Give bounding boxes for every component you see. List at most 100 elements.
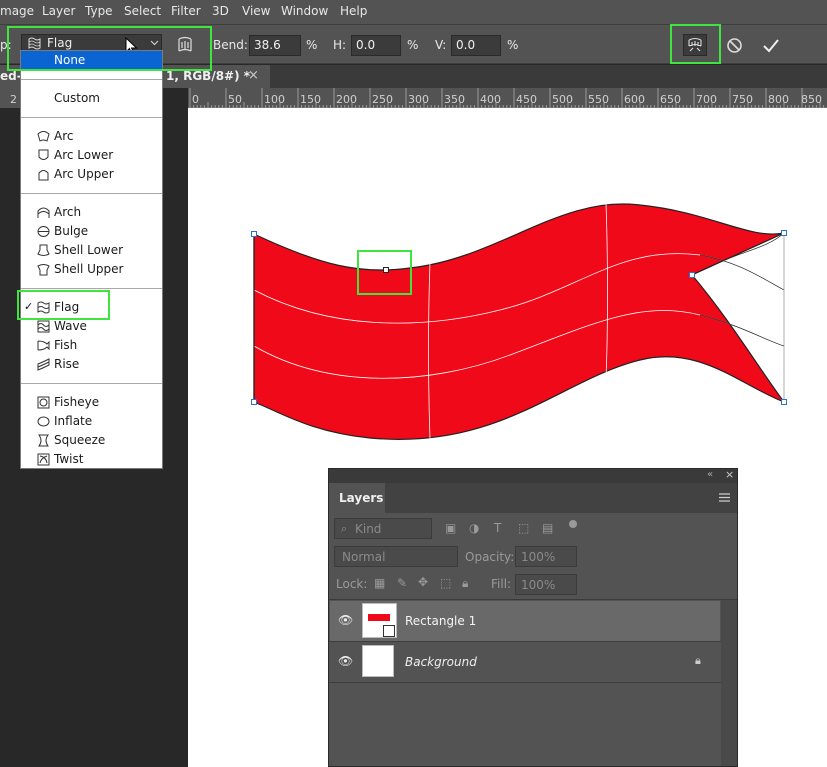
arc-icon xyxy=(37,131,50,142)
arch-icon xyxy=(37,207,50,218)
dropdown-item-shell-upper[interactable]: Shell Upper xyxy=(21,260,162,279)
dropdown-item-label: Wave xyxy=(54,319,87,333)
lock-icon: 🔒︎ xyxy=(695,654,701,667)
dropdown-item-label: Custom xyxy=(54,91,100,105)
panel-titlebar: « × xyxy=(329,468,737,483)
rise-icon xyxy=(37,358,50,371)
layer-row-rectangle[interactable]: 👁︎ Rectangle 1 xyxy=(330,601,720,641)
filter-adjustment-icon[interactable]: ◑ xyxy=(469,521,479,535)
dropdown-item-rise[interactable]: Rise xyxy=(21,355,162,374)
opacity-input[interactable]: 100% xyxy=(515,546,577,567)
dropdown-item-shell-lower[interactable]: Shell Lower xyxy=(21,241,162,260)
warp-style-dropdown: None Custom Arc Arc Lower Arc Upper Arch… xyxy=(20,50,163,469)
panel-divider xyxy=(329,682,737,683)
dropdown-item-label: Arc xyxy=(54,129,74,143)
filter-toggle-icon[interactable] xyxy=(569,520,577,528)
dropdown-item-label: Arc Upper xyxy=(54,167,114,181)
corner-handle[interactable] xyxy=(689,272,695,278)
highlight-bend-handle xyxy=(357,250,412,295)
layer-thumbnail xyxy=(362,603,397,638)
filter-kind-select[interactable]: ⌕ Kind xyxy=(334,518,432,539)
wave-icon xyxy=(37,320,50,333)
fisheye-icon xyxy=(37,396,50,409)
dropdown-item-twist[interactable]: Twist xyxy=(21,450,162,469)
bulge-icon xyxy=(37,226,50,237)
tab-layers-label: Layers xyxy=(339,491,384,505)
fill-input[interactable]: 100% xyxy=(515,574,577,595)
squeeze-icon xyxy=(38,434,49,447)
fill-value: 100% xyxy=(521,578,556,592)
blend-mode-select[interactable]: Normal xyxy=(334,546,458,567)
layer-row-background[interactable]: 👁︎ Background 🔒︎ xyxy=(330,642,720,682)
collapse-panel-icon[interactable]: « xyxy=(707,469,713,480)
dropdown-item-label: Arch xyxy=(54,205,82,219)
corner-handle[interactable] xyxy=(781,399,787,405)
corner-handle[interactable] xyxy=(251,399,257,405)
corner-handle[interactable] xyxy=(251,231,257,237)
filter-pixel-icon[interactable]: ▣ xyxy=(445,521,456,535)
smart-object-badge-icon xyxy=(383,625,395,637)
corner-handle[interactable] xyxy=(781,230,787,236)
dropdown-item-label: Shell Lower xyxy=(54,243,124,257)
highlight-warp-mode-button xyxy=(670,24,721,64)
panel-divider xyxy=(329,599,737,600)
dropdown-item-bulge[interactable]: Bulge xyxy=(21,222,162,241)
highlight-flag-item xyxy=(17,290,110,320)
filter-shape-icon[interactable]: ⬚ xyxy=(518,521,529,535)
dropdown-divider xyxy=(21,383,162,384)
dropdown-item-fish[interactable]: Fish xyxy=(21,336,162,355)
layer-name[interactable]: Rectangle 1 xyxy=(405,614,476,628)
lock-transparent-icon[interactable]: ▦ xyxy=(374,576,385,590)
dropdown-divider xyxy=(21,79,162,80)
filter-smart-object-icon[interactable]: ▤ xyxy=(542,521,553,535)
layer-thumbnail xyxy=(362,645,394,677)
fish-icon xyxy=(37,340,50,351)
lock-brush-icon[interactable]: ✎ xyxy=(397,576,407,590)
layers-panel: « × Layers ⌕ Kind ▣ ◑ T ⬚ ▤ Normal Opaci… xyxy=(328,468,738,767)
dropdown-item-custom[interactable]: Custom xyxy=(21,89,162,108)
dropdown-item-label: Fisheye xyxy=(54,395,100,409)
dropdown-item-label: Arc Lower xyxy=(54,148,114,162)
filter-type-icon[interactable]: T xyxy=(494,521,501,535)
flag-fill xyxy=(253,203,786,440)
dropdown-divider xyxy=(21,117,162,118)
dropdown-item-label: Bulge xyxy=(54,224,89,238)
panel-menu-icon[interactable] xyxy=(719,493,730,502)
thumbnail-shape xyxy=(368,614,390,621)
blend-mode-value: Normal xyxy=(342,550,386,564)
lock-artboard-icon[interactable]: ⬚ xyxy=(440,576,451,590)
highlight-warp-select xyxy=(7,26,212,71)
visibility-eye-icon[interactable]: 👁︎ xyxy=(338,613,353,627)
arc-lower-icon xyxy=(38,149,49,160)
panel-tab-strip: Layers xyxy=(329,483,737,513)
dropdown-item-inflate[interactable]: Inflate xyxy=(21,412,162,431)
dropdown-item-arc-lower[interactable]: Arc Lower xyxy=(21,146,162,165)
dropdown-item-arc[interactable]: Arc xyxy=(21,127,162,146)
dropdown-item-label: Inflate xyxy=(54,414,93,428)
shell-lower-icon xyxy=(37,244,50,256)
dropdown-item-fisheye[interactable]: Fisheye xyxy=(21,393,162,412)
opacity-label: Opacity: xyxy=(465,550,515,564)
dropdown-item-label: Squeeze xyxy=(54,433,106,447)
dropdown-item-squeeze[interactable]: Squeeze xyxy=(21,431,162,450)
dropdown-divider xyxy=(21,288,162,289)
dropdown-divider xyxy=(21,193,162,194)
lock-all-icon[interactable]: 🔒︎ xyxy=(462,576,468,591)
layers-scrollbar[interactable] xyxy=(721,600,737,766)
filter-kind-value: Kind xyxy=(355,522,382,536)
visibility-eye-icon[interactable]: 👁︎ xyxy=(338,654,353,668)
twist-icon xyxy=(37,453,50,466)
dropdown-item-label: Shell Upper xyxy=(54,262,124,276)
lock-position-icon[interactable]: ✥ xyxy=(418,575,428,589)
layer-name[interactable]: Background xyxy=(405,655,477,669)
search-icon: ⌕ xyxy=(341,522,348,535)
fill-label: Fill: xyxy=(491,577,512,591)
dropdown-item-arch[interactable]: Arch xyxy=(21,203,162,222)
dropdown-item-label: Twist xyxy=(54,452,84,466)
close-panel-icon[interactable]: × xyxy=(725,468,734,481)
shell-upper-icon xyxy=(37,264,50,276)
dropdown-item-arc-upper[interactable]: Arc Upper xyxy=(21,165,162,184)
tab-layers[interactable]: Layers xyxy=(329,483,385,513)
inflate-icon xyxy=(37,416,50,427)
dropdown-item-label: Fish xyxy=(54,338,78,352)
